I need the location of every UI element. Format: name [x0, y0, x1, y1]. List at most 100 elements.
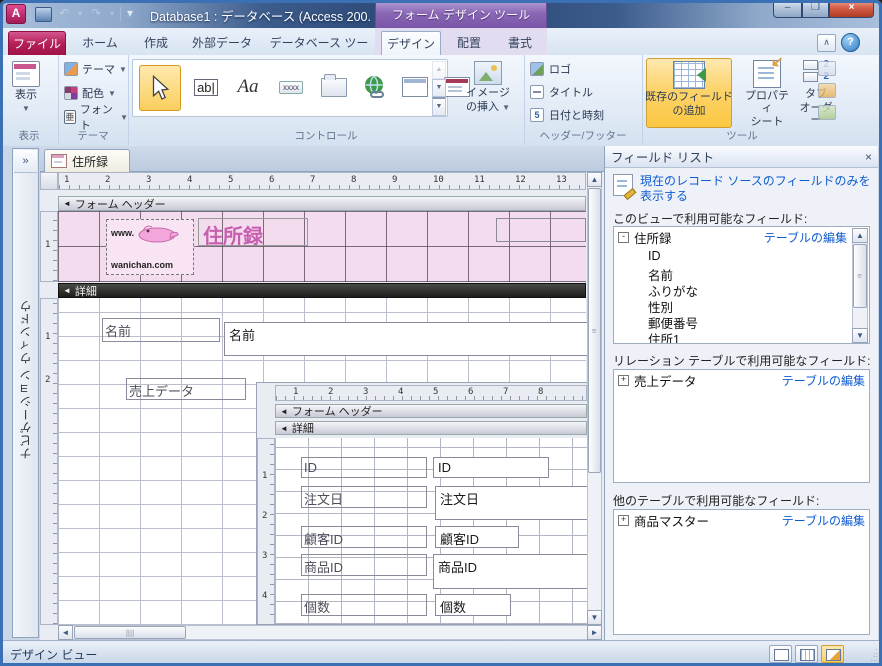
theme-colors-button[interactable]: 配色 ▼	[64, 83, 116, 103]
subform-detail-section[interactable]: ID ID 注文日 注文日 顧客ID 顧客ID 商品ID 商品ID 個数 個数	[275, 438, 587, 624]
form-header-section[interactable]: www. wanichan.com 住所録	[58, 211, 586, 282]
save-icon[interactable]	[35, 6, 52, 22]
subform-section-bar-detail[interactable]: ◄ 詳細	[275, 421, 587, 435]
canvas-vscroll-thumb[interactable]: ≡	[588, 188, 601, 473]
field-list-scroll-up-icon[interactable]: ▲	[852, 228, 868, 243]
expand-icon[interactable]: +	[618, 375, 629, 386]
tab-design[interactable]: デザイン	[381, 31, 441, 55]
customer-id-textbox-control[interactable]: 顧客ID	[435, 526, 519, 548]
vertical-ruler-header[interactable]: 1	[40, 211, 58, 282]
textbox-control-button[interactable]: ab|	[189, 68, 223, 106]
show-only-current-source-link[interactable]: 現在のレコード ソースのフィールドのみを表示する	[613, 174, 872, 204]
button-control-button[interactable]: xxxx	[273, 68, 309, 106]
add-existing-fields-button[interactable]: 既存のフィールド の追加	[645, 58, 733, 128]
field-list-scroll-down-icon[interactable]: ▼	[852, 328, 868, 343]
form-view-button[interactable]	[769, 645, 792, 663]
canvas-scroll-down-icon[interactable]: ▼	[587, 610, 602, 625]
tab-arrange[interactable]: 配置	[446, 31, 492, 55]
view-code-icon[interactable]	[818, 83, 836, 98]
maximize-button[interactable]: ❐	[802, 0, 829, 18]
table-row-shouhin-master[interactable]: + 商品マスター テーブルの編集	[618, 512, 865, 529]
expand-icon[interactable]: +	[618, 515, 629, 526]
navigation-pane-label[interactable]: ナビゲーション ウィンドウ	[17, 299, 34, 459]
order-date-label-control[interactable]: 注文日	[301, 486, 427, 508]
subform-vertical-ruler[interactable]: 1 2 3 4	[257, 438, 275, 624]
close-button[interactable]: ×	[829, 0, 874, 18]
product-id-label-control[interactable]: 商品ID	[301, 554, 427, 576]
customer-id-label-control[interactable]: 顧客ID	[301, 526, 427, 548]
subform-section-bar-header[interactable]: ◄ フォーム ヘッダー	[275, 404, 587, 418]
gallery-scroll-down-icon[interactable]: ▼	[432, 79, 446, 97]
property-sheet-button[interactable]: プロパティ シート	[738, 58, 796, 130]
theme-fonts-button[interactable]: 亜 フォント ▼	[64, 104, 128, 132]
field-item-address1[interactable]: 住所1	[648, 329, 680, 343]
view-button[interactable]: 表示 ▼	[9, 59, 43, 117]
collapse-icon[interactable]: -	[618, 232, 629, 243]
select-tool-button[interactable]	[139, 65, 181, 111]
canvas-hscroll-thumb[interactable]: ||||	[74, 626, 186, 639]
quantity-label-control[interactable]: 個数	[301, 594, 427, 616]
id-textbox-control[interactable]: ID	[433, 457, 549, 478]
section-bar-form-header[interactable]: ◄ フォーム ヘッダー	[58, 196, 586, 211]
convert-macros-icon[interactable]	[818, 105, 836, 120]
resize-grip[interactable]: .:.::	[864, 647, 878, 663]
product-id-textbox-control[interactable]: 商品ID	[433, 554, 587, 589]
undo-icon[interactable]: ↶	[56, 6, 72, 22]
document-tab-juushoroku[interactable]: 住所録	[44, 149, 130, 172]
help-icon[interactable]: ?	[841, 33, 860, 52]
themes-button[interactable]: テーマ ▼	[64, 59, 127, 79]
quantity-textbox-control[interactable]: 個数	[435, 594, 511, 616]
edit-table-link[interactable]: テーブルの編集	[782, 512, 865, 529]
subform-new-window-icon[interactable]	[818, 61, 836, 76]
redo-icon[interactable]: ↷	[88, 6, 104, 22]
tab-external-data[interactable]: 外部データ	[184, 31, 260, 55]
header-empty-control[interactable]	[496, 218, 586, 242]
customize-qat-icon[interactable]: ▾	[125, 6, 135, 22]
title-button[interactable]: タイトル	[530, 83, 593, 101]
datasheet-view-button[interactable]	[795, 645, 818, 663]
tab-create[interactable]: 作成	[132, 31, 180, 55]
access-app-icon[interactable]: A	[6, 4, 26, 24]
name-label-control[interactable]: 名前	[102, 318, 220, 342]
table-row-uriage-data[interactable]: + 売上データ テーブルの編集	[618, 372, 865, 389]
label-control-button[interactable]: Aa	[231, 68, 265, 106]
design-view-button[interactable]	[821, 645, 844, 663]
tab-home[interactable]: ホーム	[72, 31, 128, 55]
web-browser-control-button[interactable]	[397, 68, 433, 106]
form-title-label[interactable]: 住所録	[198, 218, 308, 246]
edit-table-link[interactable]: テーブルの編集	[782, 372, 865, 389]
tab-file[interactable]: ファイル	[8, 31, 66, 55]
id-label-control[interactable]: ID	[301, 457, 427, 478]
horizontal-ruler[interactable]: 1 2 3 4 5 6 7 8 9 10 11 12 13	[58, 172, 586, 190]
gallery-more-icon[interactable]: ▼	[432, 97, 446, 116]
collapse-ribbon-icon[interactable]: ∧	[817, 34, 836, 52]
date-time-button[interactable]: 5 日付と時刻	[530, 106, 604, 124]
insert-image-button[interactable]: イメージ の挿入 ▼	[458, 59, 518, 116]
detail-section[interactable]: 名前 名前 売上データ 1 2 3 4 5 6 7 8 ◄ フォーム ヘッダー …	[58, 298, 596, 625]
sales-data-subform[interactable]: 1 2 3 4 5 6 7 8 ◄ フォーム ヘッダー ◄ 詳細 1 2 3 4…	[256, 382, 588, 625]
subform-horizontal-ruler[interactable]: 1 2 3 4 5 6 7 8	[275, 385, 587, 401]
canvas-scroll-right-icon[interactable]: ►	[587, 625, 602, 640]
canvas-scroll-left-icon[interactable]: ◄	[58, 625, 73, 640]
gallery-scroll-up-icon[interactable]: ▲	[432, 61, 446, 79]
table-row-juushoroku[interactable]: - 住所録 テーブルの編集	[618, 229, 847, 246]
edit-table-link[interactable]: テーブルの編集	[764, 229, 847, 246]
canvas-scroll-up-icon[interactable]: ▲	[587, 172, 602, 187]
tab-control-button[interactable]	[317, 68, 351, 106]
field-item-id[interactable]: ID	[648, 249, 661, 263]
minimize-button[interactable]: –	[773, 0, 802, 18]
sales-subform-label[interactable]: 売上データ	[126, 378, 246, 400]
logo-button[interactable]: ロゴ	[530, 60, 571, 78]
section-bar-detail[interactable]: ◄ 詳細	[58, 283, 586, 298]
tab-database-tools[interactable]: データベース ツール	[264, 31, 374, 74]
hyperlink-control-button[interactable]	[357, 68, 391, 106]
tab-format[interactable]: 書式	[497, 31, 543, 55]
name-textbox-control[interactable]: 名前	[224, 322, 596, 356]
undo-dropdown-icon[interactable]: ▾	[76, 6, 84, 22]
expand-nav-pane-icon[interactable]: »	[14, 150, 37, 173]
order-date-textbox-control[interactable]: 注文日	[435, 486, 587, 520]
vertical-ruler-detail[interactable]: 1 2	[40, 298, 58, 625]
field-list-scroll-thumb[interactable]: ≡	[853, 244, 867, 308]
redo-dropdown-icon[interactable]: ▾	[108, 6, 116, 22]
logo-image-control[interactable]: www. wanichan.com	[106, 219, 194, 275]
